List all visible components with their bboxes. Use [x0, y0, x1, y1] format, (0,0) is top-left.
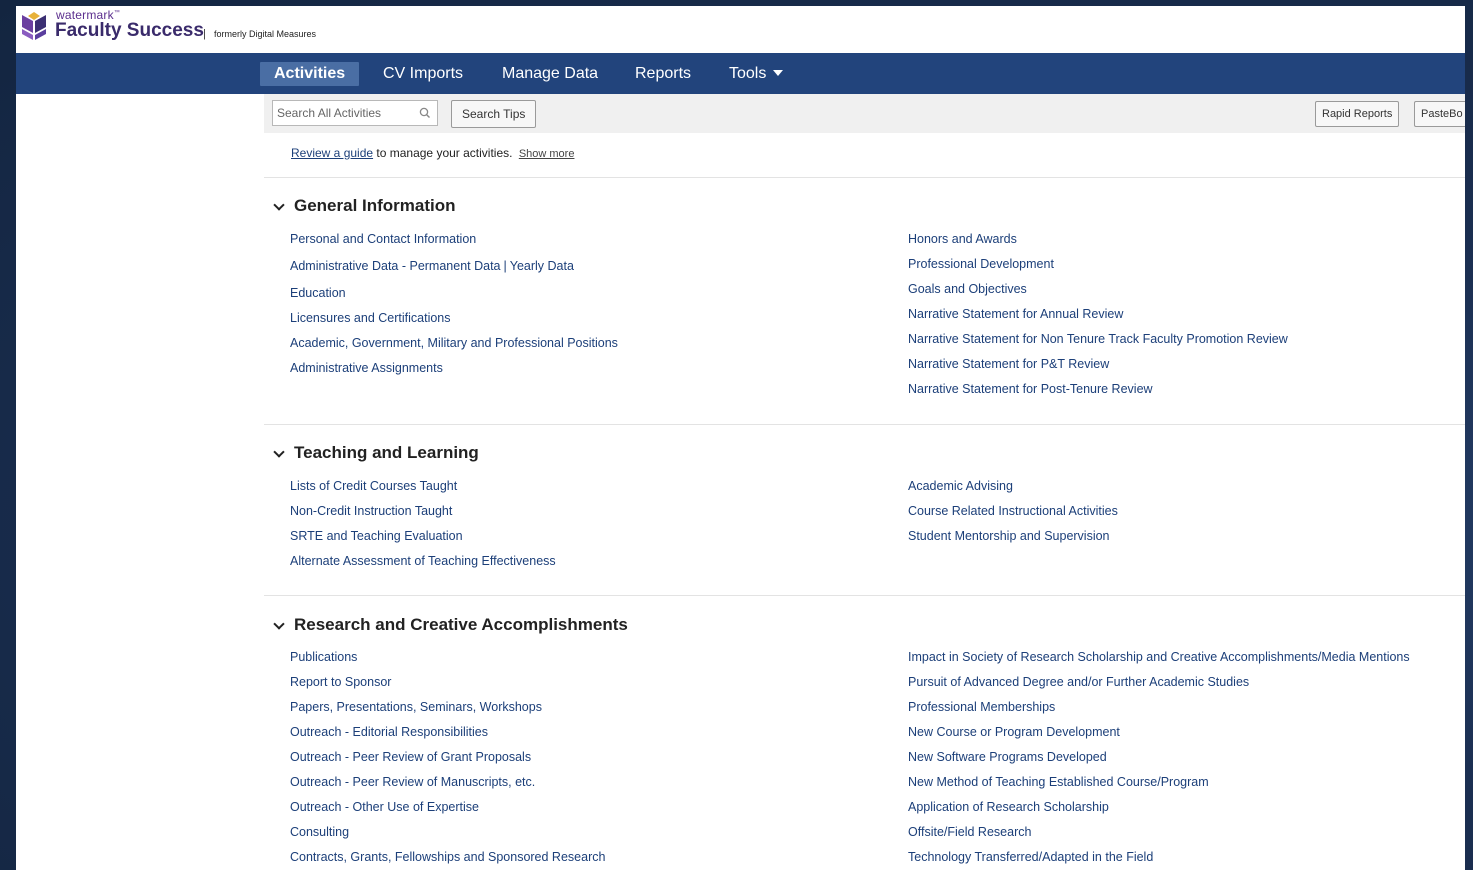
- rapid-reports-button[interactable]: Rapid Reports: [1315, 101, 1400, 127]
- activity-link[interactable]: Personal and Contact Information: [290, 232, 476, 246]
- activity-link[interactable]: Academic, Government, Military and Profe…: [290, 336, 618, 350]
- activities-toolbar: Search Tips Rapid Reports PasteBo: [264, 94, 1465, 133]
- activity-link[interactable]: Lists of Credit Courses Taught: [290, 479, 457, 493]
- activity-link[interactable]: Honors and Awards: [908, 232, 1017, 246]
- divider: [264, 177, 1465, 178]
- activity-link[interactable]: SRTE and Teaching Evaluation: [290, 529, 463, 543]
- review-guide-link[interactable]: Review a guide: [291, 146, 373, 160]
- section-title: Research and Creative Accomplishments: [294, 615, 628, 634]
- activity-link[interactable]: Publications: [290, 650, 357, 664]
- activity-link[interactable]: Narrative Statement for Post-Tenure Revi…: [908, 382, 1153, 396]
- search-tips-button[interactable]: Search Tips: [451, 100, 537, 128]
- divider: [264, 595, 1465, 596]
- activity-link[interactable]: Outreach - Editorial Responsibilities: [290, 725, 488, 739]
- activity-link[interactable]: Goals and Objectives: [908, 282, 1027, 296]
- activity-link[interactable]: Application of Research Scholarship: [908, 800, 1109, 814]
- activity-link[interactable]: Impact in Society of Research Scholarshi…: [908, 650, 1410, 664]
- guide-text: to manage your activities.: [373, 146, 513, 160]
- pipe-separator: |: [503, 259, 507, 273]
- activity-link[interactable]: Alternate Assessment of Teaching Effecti…: [290, 554, 556, 568]
- nav-reports[interactable]: Reports: [621, 62, 705, 86]
- pasteboard-button[interactable]: PasteBo: [1414, 101, 1465, 127]
- nav-manage-data[interactable]: Manage Data: [488, 62, 612, 86]
- main-nav: Activities CV Imports Manage Data Report…: [16, 53, 1465, 94]
- nav-cv-imports[interactable]: CV Imports: [369, 62, 477, 86]
- activity-link[interactable]: Report to Sponsor: [290, 675, 391, 689]
- activity-link[interactable]: Licensures and Certifications: [290, 311, 451, 325]
- activity-link[interactable]: Non-Credit Instruction Taught: [290, 504, 452, 518]
- activity-link[interactable]: Professional Development: [908, 257, 1054, 271]
- guide-banner: Review a guide to manage your activities…: [291, 146, 574, 160]
- section-general-information[interactable]: General Information: [272, 196, 456, 216]
- section-title: General Information: [294, 196, 456, 215]
- activity-link[interactable]: New Software Programs Developed: [908, 750, 1107, 764]
- activity-link[interactable]: Technology Transferred/Adapted in the Fi…: [908, 850, 1153, 864]
- brand-name: Faculty Success: [55, 20, 204, 41]
- nav-activities[interactable]: Activities: [260, 62, 360, 86]
- chevron-down-icon: [273, 446, 285, 458]
- activity-link[interactable]: Student Mentorship and Supervision: [908, 529, 1110, 543]
- chevron-down-icon: [273, 618, 285, 630]
- activity-link[interactable]: Administrative Data - Permanent Data: [290, 259, 501, 273]
- activity-link[interactable]: Professional Memberships: [908, 700, 1055, 714]
- activity-link[interactable]: Narrative Statement for Annual Review: [908, 307, 1123, 321]
- activity-link[interactable]: Administrative Assignments: [290, 361, 443, 375]
- activity-link[interactable]: Pursuit of Advanced Degree and/or Furthe…: [908, 675, 1249, 689]
- section-research-and-creative[interactable]: Research and Creative Accomplishments: [272, 615, 628, 635]
- activity-link[interactable]: Narrative Statement for P&T Review: [908, 357, 1109, 371]
- caret-down-icon: [773, 70, 784, 76]
- activity-link[interactable]: Papers, Presentations, Seminars, Worksho…: [290, 700, 542, 714]
- section-title: Teaching and Learning: [294, 443, 479, 462]
- activity-link[interactable]: Contracts, Grants, Fellowships and Spons…: [290, 850, 605, 864]
- watermark-logo-icon: [22, 12, 46, 40]
- search-icon: [419, 107, 430, 118]
- show-more-link[interactable]: Show more: [519, 148, 575, 160]
- nav-tools[interactable]: Tools: [715, 62, 797, 86]
- activity-link[interactable]: Education: [290, 286, 346, 300]
- activity-link[interactable]: Outreach - Peer Review of Manuscripts, e…: [290, 775, 535, 789]
- brand-separator: |: [203, 28, 206, 40]
- activity-link[interactable]: New Method of Teaching Established Cours…: [908, 775, 1209, 789]
- activity-link[interactable]: Academic Advising: [908, 479, 1013, 493]
- brand-formerly: formerly Digital Measures: [214, 29, 317, 39]
- activity-link[interactable]: Outreach - Other Use of Expertise: [290, 800, 479, 814]
- activity-link[interactable]: New Course or Program Development: [908, 725, 1120, 739]
- activity-link[interactable]: Yearly Data: [510, 259, 574, 273]
- app-window: watermark™ Faculty Success | formerly Di…: [16, 6, 1465, 870]
- search-input[interactable]: [272, 100, 438, 126]
- activity-link[interactable]: Offsite/Field Research: [908, 825, 1031, 839]
- chevron-down-icon: [273, 199, 285, 211]
- activity-link[interactable]: Outreach - Peer Review of Grant Proposal…: [290, 750, 531, 764]
- section-teaching-and-learning[interactable]: Teaching and Learning: [272, 443, 479, 463]
- nav-tools-label: Tools: [729, 65, 767, 82]
- divider: [264, 424, 1465, 425]
- activity-link-admin-data: Administrative Data - Permanent Data | Yea…: [290, 259, 574, 273]
- activity-link[interactable]: Course Related Instructional Activities: [908, 504, 1118, 518]
- header: watermark™ Faculty Success | formerly Di…: [16, 6, 1465, 53]
- activity-link[interactable]: Consulting: [290, 825, 349, 839]
- activity-link[interactable]: Narrative Statement for Non Tenure Track…: [908, 332, 1288, 346]
